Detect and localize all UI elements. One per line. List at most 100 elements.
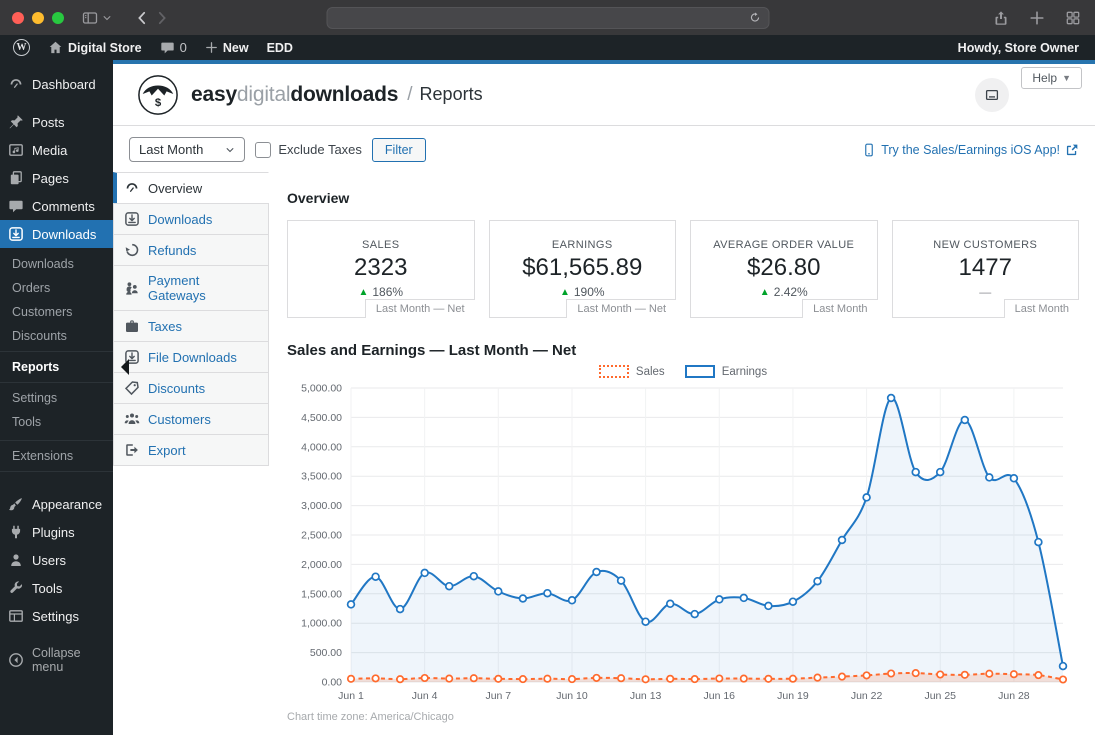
sidebar-item-posts[interactable]: Posts xyxy=(0,108,113,136)
svg-text:Jun 1: Jun 1 xyxy=(338,690,364,702)
howdy-menu[interactable]: Howdy, Store Owner xyxy=(958,41,1091,55)
comments-menu[interactable]: 0 xyxy=(151,35,196,60)
support-chat-button[interactable] xyxy=(975,77,1009,112)
svg-text:Jun 10: Jun 10 xyxy=(556,690,588,702)
reload-icon[interactable] xyxy=(748,11,761,24)
tile-earnings: EARNINGS $61,565.89 ▲ 190% Last Month — N… xyxy=(488,220,676,318)
tab-taxes[interactable]: Taxes xyxy=(113,310,269,342)
settings-panel-icon xyxy=(8,608,24,624)
legend-earnings[interactable]: Earnings xyxy=(684,365,767,378)
submenu-item-customers[interactable]: Customers xyxy=(0,300,113,324)
tab-overview[interactable]: Overview xyxy=(113,172,269,204)
svg-text:Jun 16: Jun 16 xyxy=(704,690,736,702)
legend-sales[interactable]: Sales xyxy=(598,365,665,378)
delta-up-icon: ▲ xyxy=(358,286,369,298)
pages-icon xyxy=(8,170,24,186)
sidebar-chevron-down-icon[interactable] xyxy=(102,13,112,23)
submenu-item-extensions[interactable]: Extensions xyxy=(0,440,113,472)
edd-label: EDD xyxy=(266,40,293,55)
downloads-submenu: Downloads Orders Customers Discounts Rep… xyxy=(0,248,129,440)
svg-text:1,000.00: 1,000.00 xyxy=(301,618,342,630)
comments-bubble-icon xyxy=(160,40,175,55)
exclude-taxes-checkbox[interactable] xyxy=(255,141,272,158)
overview-heading: Overview xyxy=(287,190,350,206)
wrench-icon xyxy=(8,580,24,596)
breadcrumb-separator: / xyxy=(407,83,413,105)
collapse-menu-button[interactable]: Collapse menu xyxy=(0,640,113,680)
tab-refunds[interactable]: Refunds xyxy=(113,234,269,266)
sidebar-item-media[interactable]: Media xyxy=(0,136,113,164)
edd-logo: $ xyxy=(138,74,178,115)
ios-app-link[interactable]: Try the Sales/Earnings iOS App! xyxy=(862,143,1079,157)
svg-text:Jun 28: Jun 28 xyxy=(998,690,1030,702)
submenu-item-downloads[interactable]: Downloads xyxy=(0,252,113,276)
svg-text:5,000.00: 5,000.00 xyxy=(301,383,342,395)
new-label: New xyxy=(222,40,249,55)
tab-overview-icon[interactable] xyxy=(1065,10,1081,26)
svg-text:Jun 13: Jun 13 xyxy=(630,690,662,702)
sidebar-item-users[interactable]: Users xyxy=(0,546,113,574)
filter-button[interactable]: Filter xyxy=(371,137,426,162)
svg-text:1,500.00: 1,500.00 xyxy=(301,588,342,600)
svg-text:3,500.00: 3,500.00 xyxy=(301,471,342,483)
sidebar-item-settings[interactable]: Settings xyxy=(0,602,113,630)
new-tab-icon[interactable] xyxy=(1029,10,1045,26)
share-icon[interactable] xyxy=(993,10,1009,26)
minimize-window-button[interactable] xyxy=(32,11,44,24)
tab-downloads[interactable]: Downloads xyxy=(113,203,269,235)
tile-period-badge: Last Month xyxy=(1003,299,1079,318)
user-icon xyxy=(8,552,24,568)
group-icon xyxy=(124,411,140,427)
browser-title-bar xyxy=(0,0,1095,35)
collapse-icon xyxy=(8,652,24,668)
wp-logo-menu[interactable]: W xyxy=(4,35,39,60)
sidebar-item-pages[interactable]: Pages xyxy=(0,164,113,192)
tile-period-badge: Last Month xyxy=(802,299,878,318)
help-button[interactable]: Help ▼ xyxy=(1021,67,1082,89)
gauge-icon xyxy=(124,180,140,196)
sidebar-item-tools[interactable]: Tools xyxy=(0,574,113,602)
date-range-select[interactable]: Last Month xyxy=(129,137,246,162)
new-content-menu[interactable]: New xyxy=(196,35,258,60)
svg-text:Jun 7: Jun 7 xyxy=(485,690,511,702)
report-main: Overview SALES 2323 ▲ 186% Last Month — N… xyxy=(269,172,1095,723)
back-button[interactable] xyxy=(134,10,150,26)
sidebar-item-dashboard[interactable]: Dashboard xyxy=(0,70,113,98)
tab-customers[interactable]: Customers xyxy=(113,403,269,435)
close-window-button[interactable] xyxy=(12,11,24,24)
svg-text:Jun 4: Jun 4 xyxy=(412,690,438,702)
chart-title: Sales and Earnings — Last Month — Net xyxy=(287,342,577,359)
sidebar-item-plugins[interactable]: Plugins xyxy=(0,518,113,546)
sidebar-item-comments[interactable]: Comments xyxy=(0,192,113,220)
wp-admin-bar: W Digital Store 0 New EDD Howdy, Store O… xyxy=(0,35,1095,60)
submenu-item-orders[interactable]: Orders xyxy=(0,276,113,300)
download-icon xyxy=(8,226,24,242)
submenu-item-settings[interactable]: Settings xyxy=(0,386,113,410)
comment-icon xyxy=(8,198,24,214)
zoom-window-button[interactable] xyxy=(52,11,64,24)
tab-discounts[interactable]: Discounts xyxy=(113,372,269,404)
sidebar-item-appearance[interactable]: Appearance xyxy=(0,490,113,518)
gauge-icon xyxy=(8,76,24,92)
tab-payment-gateways[interactable]: Payment Gateways xyxy=(113,265,269,311)
svg-text:Jun 19: Jun 19 xyxy=(777,690,809,702)
sidebar-item-downloads[interactable]: Downloads xyxy=(0,220,113,248)
submenu-item-discounts[interactable]: Discounts xyxy=(0,324,113,348)
tab-export[interactable]: Export xyxy=(113,434,269,466)
submenu-item-tools[interactable]: Tools xyxy=(0,410,113,434)
chart-timezone-caption: Chart time zone: America/Chicago xyxy=(287,711,454,723)
report-tabs: Overview Downloads Refunds Payment Gatew… xyxy=(113,172,269,466)
address-bar[interactable] xyxy=(326,6,769,29)
submenu-item-reports[interactable]: Reports xyxy=(0,351,129,383)
edd-menu[interactable]: EDD xyxy=(258,35,302,60)
forward-button[interactable] xyxy=(154,10,170,26)
svg-text:Jun 25: Jun 25 xyxy=(924,690,956,702)
sales-earnings-chart: 0.00 500.00 1,000.00 1,500.00 2,000.00 2,500.… xyxy=(301,383,1068,702)
report-filter-bar: Last Month Exclude Taxes Filter Try the … xyxy=(113,126,1095,172)
home-icon xyxy=(48,40,63,55)
tab-file-downloads[interactable]: File Downloads xyxy=(113,341,269,373)
tile-average-order-value: AVERAGE ORDER VALUE $26.80 ▲ 2.42% Last M… xyxy=(690,220,878,318)
site-name-menu[interactable]: Digital Store xyxy=(39,35,151,60)
sidebar-toggle-icon[interactable] xyxy=(82,10,98,26)
brush-icon xyxy=(8,496,24,512)
